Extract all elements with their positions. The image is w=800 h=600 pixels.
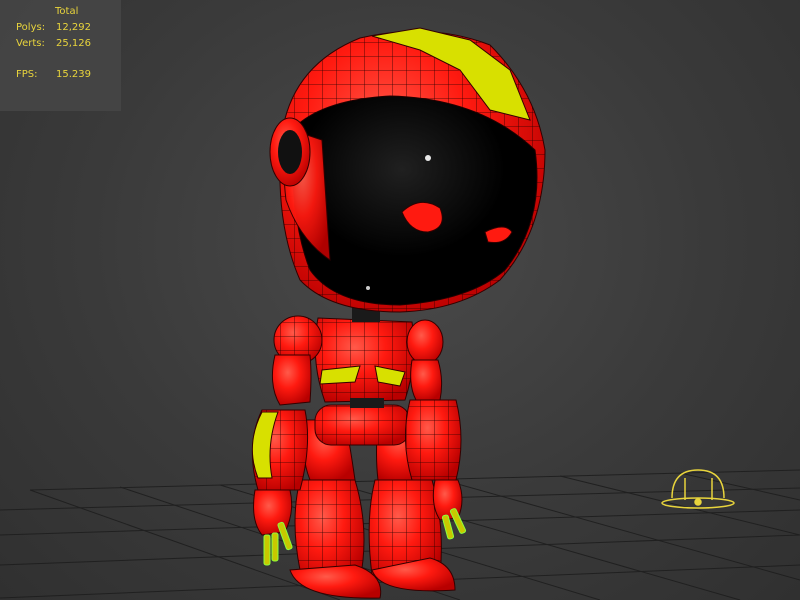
- robot-torso[interactable]: [314, 317, 415, 408]
- visor: [291, 95, 538, 306]
- robot-model[interactable]: [251, 27, 546, 599]
- stats-label: Verts:: [16, 38, 45, 49]
- stats-value: 15.239: [56, 69, 91, 80]
- stats-value: 12,292: [56, 22, 91, 33]
- stats-header: Total: [55, 6, 79, 17]
- stats-row-verts: Verts: 25,126: [16, 36, 116, 52]
- light-gizmo-icon[interactable]: [661, 469, 735, 509]
- stats-row-polys: Polys: 12,292: [16, 20, 116, 36]
- robot-head[interactable]: [269, 27, 546, 313]
- stats-label: Polys:: [16, 22, 46, 33]
- stats-row-fps: FPS: 15.239: [16, 67, 116, 83]
- stats-value: 25,126: [56, 38, 91, 49]
- stats-label: FPS:: [16, 69, 38, 80]
- viewport-statistics-panel: Total Polys: 12,292 Verts: 25,126 FPS: 1…: [0, 0, 121, 111]
